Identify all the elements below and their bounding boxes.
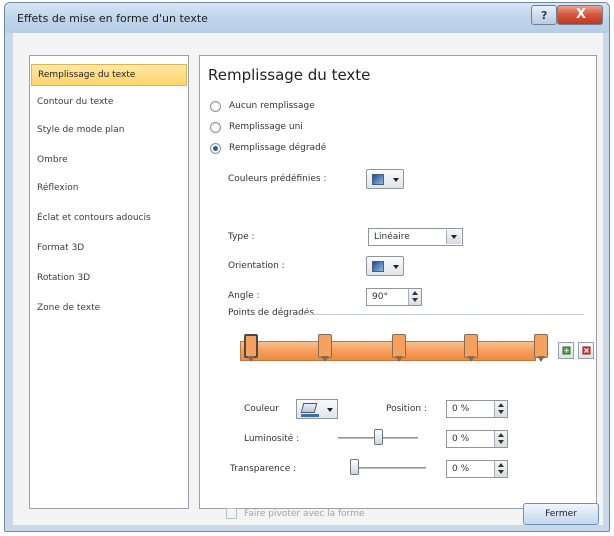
close-icon: X: [576, 7, 587, 22]
nav-item-remplissage[interactable]: Remplissage du texte: [31, 64, 187, 86]
panel-heading: Remplissage du texte: [208, 66, 371, 84]
close-button[interactable]: Fermer: [523, 503, 599, 525]
radio-solid-fill[interactable]: Remplissage uni: [210, 119, 303, 135]
settings-panel: Remplissage du texte Aucun remplissage R…: [199, 55, 597, 519]
nav-item-reflexion[interactable]: Réflexion: [31, 178, 187, 200]
angle-spinner[interactable]: 90°: [366, 288, 422, 306]
angle-value: 90°: [372, 292, 388, 302]
type-select-value: Linéaire: [374, 232, 410, 242]
radio-label: Remplissage uni: [229, 122, 303, 132]
nav-item-rotation-3d[interactable]: Rotation 3D: [31, 268, 187, 290]
radio-gradient-fill[interactable]: Remplissage dégradé: [210, 140, 326, 156]
orientation-button[interactable]: [366, 256, 404, 276]
position-spinner[interactable]: 0 %: [446, 400, 508, 418]
angle-label: Angle :: [228, 291, 260, 301]
preset-colors-label: Couleurs prédéfinies :: [228, 174, 327, 184]
brightness-label: Luminosité :: [244, 434, 300, 444]
dialog-title: Effets de mise en forme d'un texte: [17, 12, 208, 25]
rotate-with-shape-label: Faire pivoter avec la forme: [244, 509, 365, 519]
slider-track: [350, 467, 426, 469]
nav-item-style-mode-plan[interactable]: Style de mode plan: [31, 120, 187, 142]
radio-button-selected-icon[interactable]: [210, 142, 221, 154]
add-stop-icon: [562, 346, 571, 355]
dialog-window: Effets de mise en forme d'un texte ? X R…: [4, 2, 610, 532]
remove-gradient-stop-button[interactable]: [578, 342, 594, 359]
radio-label: Aucun remplissage: [229, 101, 315, 111]
select-dropdown-button[interactable]: [446, 230, 461, 244]
radio-no-fill[interactable]: Aucun remplissage: [210, 98, 315, 114]
nav-item-format-3d[interactable]: Format 3D: [31, 238, 187, 260]
spinner-arrows-icon[interactable]: [494, 461, 507, 477]
orientation-label: Orientation :: [228, 261, 285, 271]
stop-color-button[interactable]: [296, 399, 338, 419]
remove-stop-icon: [582, 346, 591, 355]
gradient-stop[interactable]: [244, 334, 258, 364]
gradient-swatch-icon: [372, 174, 384, 185]
slider-thumb[interactable]: [374, 429, 383, 445]
radio-button-icon[interactable]: [210, 100, 221, 112]
brightness-spinner[interactable]: 0 %: [446, 430, 508, 448]
chevron-down-icon: [327, 408, 333, 412]
title-bar[interactable]: Effets de mise en forme d'un texte ? X: [5, 3, 609, 33]
nav-item-ombre[interactable]: Ombre: [31, 150, 187, 172]
position-value: 0 %: [452, 404, 470, 414]
transparency-label: Transparence :: [230, 464, 297, 474]
transparency-value: 0 %: [452, 464, 470, 474]
gradient-stop[interactable]: [318, 334, 332, 364]
gradient-stop[interactable]: [534, 334, 548, 364]
nav-item-contour[interactable]: Contour du texte: [31, 92, 187, 114]
dialog-client: Remplissage du texte Contour du texte St…: [13, 33, 603, 525]
preset-colors-button[interactable]: [366, 169, 404, 189]
gradient-stop[interactable]: [464, 334, 478, 364]
help-icon: ?: [541, 9, 548, 22]
spinner-arrows-icon[interactable]: [408, 289, 421, 305]
paint-bucket-icon: [300, 403, 318, 413]
current-color-bar: [301, 414, 319, 417]
transparency-spinner[interactable]: 0 %: [446, 460, 508, 478]
gradient-direction-icon: [372, 261, 384, 272]
brightness-value: 0 %: [452, 434, 470, 444]
nav-item-zone-texte[interactable]: Zone de texte: [31, 298, 187, 320]
color-label: Couleur: [244, 404, 279, 414]
radio-button-icon[interactable]: [210, 121, 221, 133]
gradient-stop[interactable]: [392, 334, 406, 364]
window-close-button[interactable]: X: [557, 5, 603, 25]
type-select[interactable]: Linéaire: [368, 228, 463, 246]
spinner-arrows-icon[interactable]: [494, 431, 507, 447]
radio-label: Remplissage dégradé: [229, 143, 327, 153]
chevron-down-icon: [393, 265, 399, 269]
add-gradient-stop-button[interactable]: [558, 342, 574, 359]
spinner-arrows-icon[interactable]: [494, 401, 507, 417]
gradient-stops-title: Points de dégradés: [228, 308, 315, 318]
nav-item-eclat[interactable]: Éclat et contours adoucis: [31, 208, 187, 230]
category-list: Remplissage du texte Contour du texte St…: [29, 55, 189, 509]
chevron-down-icon: [393, 178, 399, 182]
help-button[interactable]: ?: [531, 5, 557, 25]
transparency-slider[interactable]: [350, 459, 426, 477]
section-divider: [302, 314, 584, 315]
rotate-with-shape-checkbox[interactable]: [226, 508, 237, 519]
gradient-bar[interactable]: [240, 341, 536, 361]
chevron-down-icon: [451, 235, 457, 239]
brightness-slider[interactable]: [338, 429, 418, 447]
type-label: Type :: [228, 232, 255, 242]
slider-thumb[interactable]: [350, 459, 359, 475]
position-label: Position :: [386, 404, 427, 414]
